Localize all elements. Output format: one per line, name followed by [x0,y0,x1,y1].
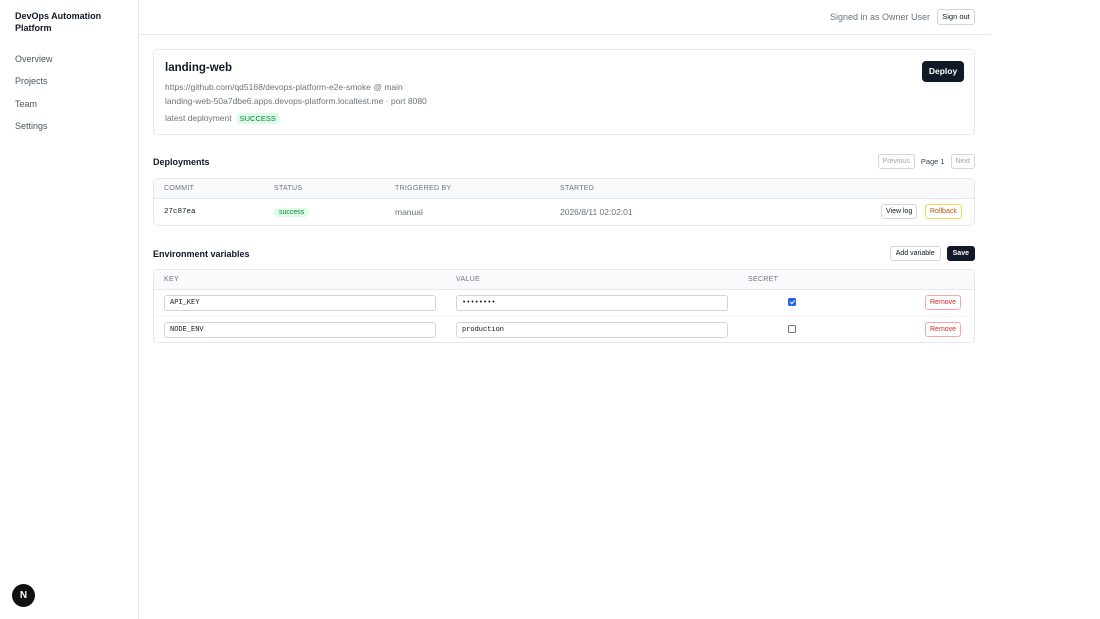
sidebar-item-projects[interactable]: Projects [15,76,53,98]
env-value-input[interactable] [456,295,728,311]
deploy-button[interactable]: Deploy [922,61,964,82]
env-key-input[interactable] [164,295,436,311]
latest-deployment-label: latest deployment [165,113,232,123]
latest-deployment: latest deployment SUCCESS [165,113,280,124]
env-value-input[interactable] [456,322,728,338]
started-at: 2026/8/11 02:02:01 [560,207,633,217]
previous-page-button[interactable]: Previous [877,154,915,169]
table-header: COMMIT STATUS TRIGGERED BY STARTED [154,179,974,199]
sidebar-item-overview[interactable]: Overview [15,54,53,76]
sidebar: DevOps Automation Platform Overview Proj… [0,0,139,619]
sidebar-nav: Overview Projects Team Settings [15,54,53,143]
remove-button[interactable]: Remove [925,295,962,310]
secret-checkbox[interactable] [788,298,796,306]
env-key-input[interactable] [164,322,436,338]
column-header: VALUE [456,276,480,283]
sign-out-button[interactable]: Sign out [937,9,975,25]
add-variable-button[interactable]: Add variable [889,246,941,261]
deployments-title: Deployments [153,157,210,167]
sidebar-item-team[interactable]: Team [15,99,53,121]
status-badge: success [274,208,310,217]
table-row: 27c87ea success manual 2026/8/11 02:02:0… [154,199,974,225]
env-actions: Add variable Save [889,246,975,261]
column-header: COMMIT [164,185,195,192]
signed-in-text: Signed in as Owner User [829,12,930,22]
status-cell: success [274,206,310,217]
sidebar-item-settings[interactable]: Settings [15,121,53,143]
page-indicator: Page 1 [920,157,945,166]
pagination: Previous Page 1 Next [877,154,975,169]
next-page-button[interactable]: Next [950,154,975,169]
project-name: landing-web [165,62,233,74]
column-header: SECRET [748,276,779,283]
table-row: Remove [154,316,974,342]
env-title: Environment variables [153,249,250,259]
column-header: STATUS [274,185,303,192]
project-host: landing-web-50a7dbe6.apps.devops-platfor… [165,96,427,106]
column-header: TRIGGERED BY [395,185,452,192]
env-table: KEY VALUE SECRET Remove Remove [153,269,975,343]
commit-hash: 27c87ea [164,208,196,216]
project-repo: https://github.com/qd5168/devops-platfor… [165,82,403,92]
column-header: KEY [164,276,179,283]
view-log-button[interactable]: View log [881,204,918,219]
triggered-by: manual [395,207,423,217]
brand-title: DevOps Automation Platform [15,11,102,33]
column-header: STARTED [560,185,595,192]
save-button[interactable]: Save [946,246,975,261]
deployments-table: COMMIT STATUS TRIGGERED BY STARTED 27c87… [153,178,975,226]
nextjs-dev-icon[interactable]: N [12,584,35,607]
rollback-button[interactable]: Rollback [925,204,962,219]
remove-button[interactable]: Remove [925,322,962,337]
topbar: Signed in as Owner User Sign out [139,0,990,35]
secret-checkbox[interactable] [788,325,796,333]
table-header: KEY VALUE SECRET [154,270,974,290]
table-row: Remove [154,290,974,316]
status-badge: SUCCESS [235,113,280,124]
project-card: landing-web https://github.com/qd5168/de… [153,49,975,135]
